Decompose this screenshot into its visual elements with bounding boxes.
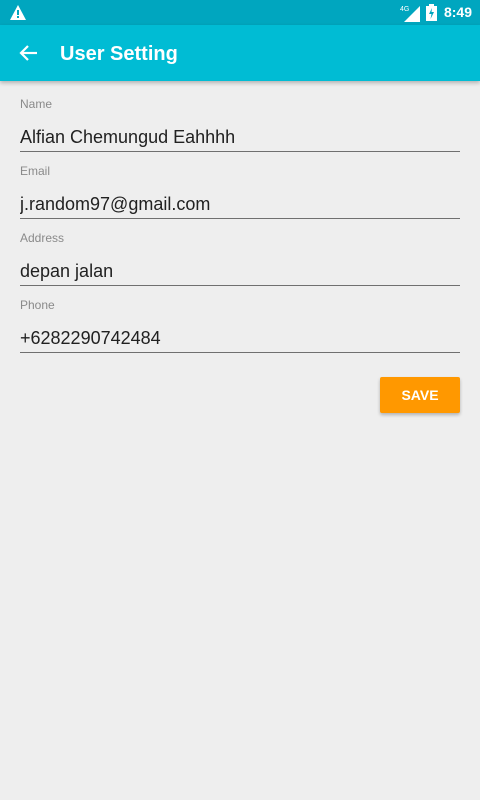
name-field: Name xyxy=(20,97,460,152)
phone-label: Phone xyxy=(20,298,55,312)
email-input[interactable] xyxy=(20,190,460,219)
battery-charging-icon xyxy=(426,4,437,21)
app-bar: User Setting xyxy=(0,25,480,81)
status-bar: 4G 8:49 xyxy=(0,0,480,25)
network-type-label: 4G xyxy=(400,6,409,13)
arrow-left-icon[interactable] xyxy=(18,42,40,64)
save-button[interactable]: SAVE xyxy=(380,377,460,413)
address-input[interactable] xyxy=(20,257,460,286)
email-field: Email xyxy=(20,164,460,219)
name-input[interactable] xyxy=(20,123,460,152)
address-label: Address xyxy=(20,231,65,245)
email-label: Email xyxy=(20,164,51,178)
signal-icon: 4G xyxy=(400,6,420,22)
phone-input[interactable] xyxy=(20,324,460,353)
warning-icon xyxy=(10,5,26,20)
page-title: User Setting xyxy=(60,43,178,65)
name-label: Name xyxy=(20,97,53,111)
address-field: Address xyxy=(20,231,460,286)
phone-field: Phone xyxy=(20,298,460,353)
clock: 8:49 xyxy=(443,4,472,20)
